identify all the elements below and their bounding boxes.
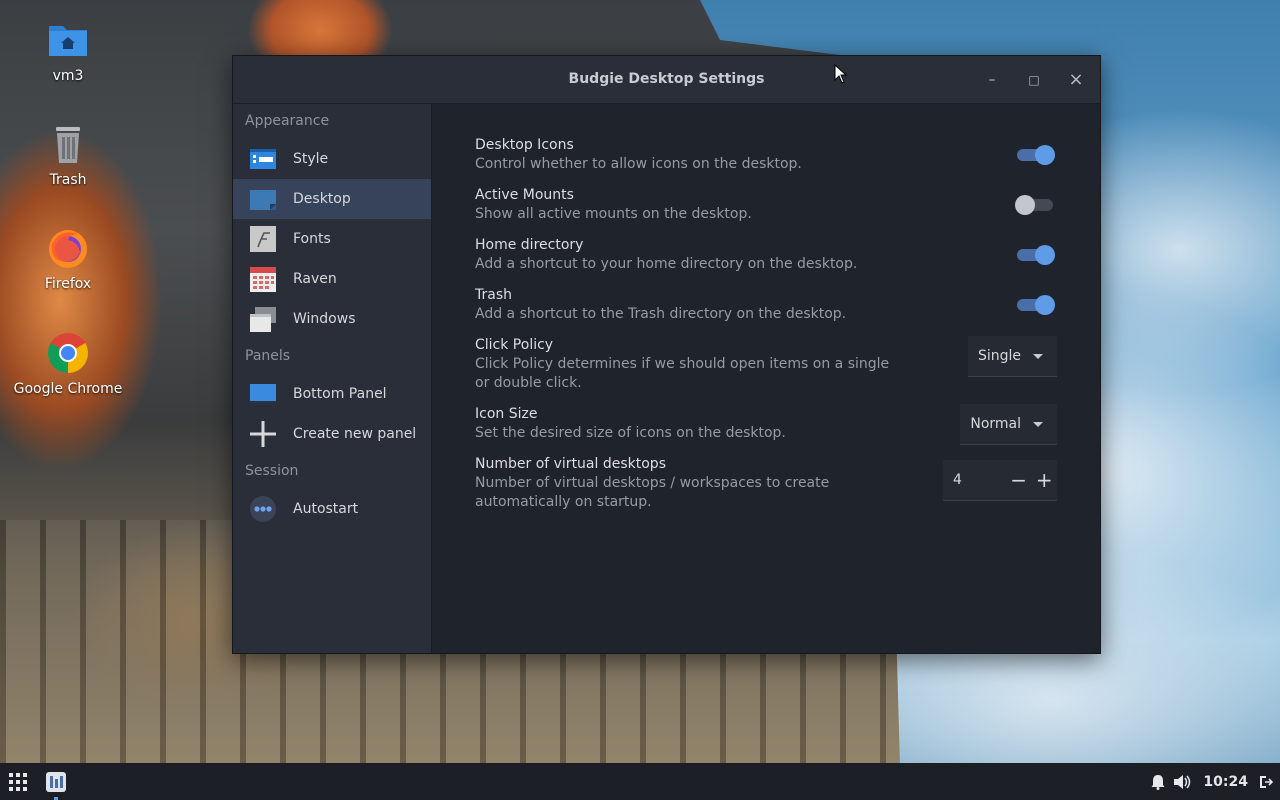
sidebar-item-desktop[interactable]: Desktop — [233, 179, 431, 219]
plus-icon — [249, 420, 277, 448]
sidebar-item-label: Fonts — [293, 231, 331, 247]
sidebar-item-label: Bottom Panel — [293, 386, 387, 402]
sidebar-item-windows[interactable]: Windows — [233, 299, 431, 339]
settings-content: Desktop Icons Control whether to allow i… — [432, 104, 1100, 653]
setting-home-directory: Home directory Add a shortcut to your ho… — [475, 237, 1057, 274]
setting-click-policy: Click Policy Click Policy determines if … — [475, 336, 1057, 393]
window-title: Budgie Desktop Settings — [568, 71, 765, 87]
app-grid-icon — [9, 772, 27, 791]
sidebar-item-raven[interactable]: Raven — [233, 259, 431, 299]
clock[interactable]: 10:24 — [1203, 774, 1248, 790]
sidebar-item-label: Raven — [293, 271, 337, 287]
desktop-icon-google-chrome[interactable]: Google Chrome — [8, 331, 128, 397]
window-titlebar[interactable]: Budgie Desktop Settings – □ × — [233, 56, 1100, 104]
firefox-icon — [46, 226, 90, 270]
setting-icon-size: Icon Size Set the desired size of icons … — [475, 404, 1057, 445]
virtual-desktops-stepper[interactable]: 4 − + — [943, 460, 1057, 501]
sidebar-item-autostart[interactable]: Autostart — [233, 489, 431, 529]
sidebar-item-label: Autostart — [293, 501, 359, 517]
increment-button[interactable]: + — [1031, 468, 1057, 492]
fonts-icon — [249, 225, 277, 253]
setting-desktop-icons: Desktop Icons Control whether to allow i… — [475, 137, 1057, 174]
home-folder-icon — [46, 18, 90, 62]
sidebar-item-label: Create new panel — [293, 426, 417, 442]
close-button[interactable]: × — [1064, 68, 1088, 92]
bottom-panel: 10:24 — [0, 763, 1280, 800]
dropdown-caret-icon — [1033, 421, 1043, 427]
app-menu-button[interactable] — [0, 763, 36, 800]
settings-sidebar: Appearance Style Desktop Fonts Raven Win… — [233, 104, 432, 653]
minimize-button[interactable]: – — [980, 68, 1004, 92]
section-header-session: Session — [245, 463, 299, 479]
decrement-button[interactable]: − — [1006, 468, 1032, 492]
system-tray: 10:24 — [1151, 763, 1280, 800]
icon-size-dropdown[interactable]: Normal — [960, 404, 1057, 445]
chrome-icon — [46, 331, 90, 375]
sidebar-item-bottom-panel[interactable]: Bottom Panel — [233, 374, 431, 414]
settings-app-icon — [46, 771, 66, 792]
desktop-icon-trash[interactable]: Trash — [8, 122, 128, 188]
settings-window: Budgie Desktop Settings – □ × Appearance… — [232, 55, 1101, 654]
sidebar-item-style[interactable]: Style — [233, 139, 431, 179]
setting-trash: Trash Add a shortcut to the Trash direct… — [475, 287, 1057, 324]
section-header-panels: Panels — [245, 348, 291, 364]
setting-active-mounts: Active Mounts Show all active mounts on … — [475, 187, 1057, 224]
panel-icon — [249, 380, 277, 408]
desktop-icons-toggle[interactable] — [1017, 145, 1055, 165]
style-icon — [249, 145, 277, 173]
windows-icon — [249, 305, 277, 333]
maximize-button[interactable]: □ — [1022, 68, 1046, 92]
volume-icon[interactable] — [1173, 774, 1191, 790]
desktop-icon-firefox[interactable]: Firefox — [8, 226, 128, 292]
trash-toggle[interactable] — [1017, 295, 1055, 315]
home-directory-toggle[interactable] — [1017, 245, 1055, 265]
desktop-icon — [249, 185, 277, 213]
virtual-desktops-value[interactable]: 4 — [943, 472, 1006, 488]
mouse-cursor-icon — [834, 64, 848, 84]
sidebar-item-label: Windows — [293, 311, 356, 327]
sidebar-item-label: Style — [293, 151, 329, 167]
sidebar-item-fonts[interactable]: Fonts — [233, 219, 431, 259]
taskbar-settings-app[interactable] — [36, 763, 76, 800]
notification-bell-icon[interactable] — [1151, 774, 1165, 790]
active-mounts-toggle[interactable] — [1015, 195, 1053, 215]
autostart-icon — [249, 495, 277, 523]
desktop-icon-vm3[interactable]: vm3 — [8, 18, 128, 84]
dropdown-caret-icon — [1033, 353, 1043, 359]
section-header-appearance: Appearance — [245, 113, 330, 129]
setting-virtual-desktops: Number of virtual desktops Number of vir… — [475, 456, 1057, 512]
sidebar-item-label: Desktop — [293, 191, 351, 207]
calendar-icon — [249, 265, 277, 293]
click-policy-dropdown[interactable]: Single — [967, 336, 1057, 377]
logout-icon[interactable] — [1258, 774, 1274, 790]
trash-icon — [46, 122, 90, 166]
sidebar-item-create-new-panel[interactable]: Create new panel — [233, 414, 431, 454]
